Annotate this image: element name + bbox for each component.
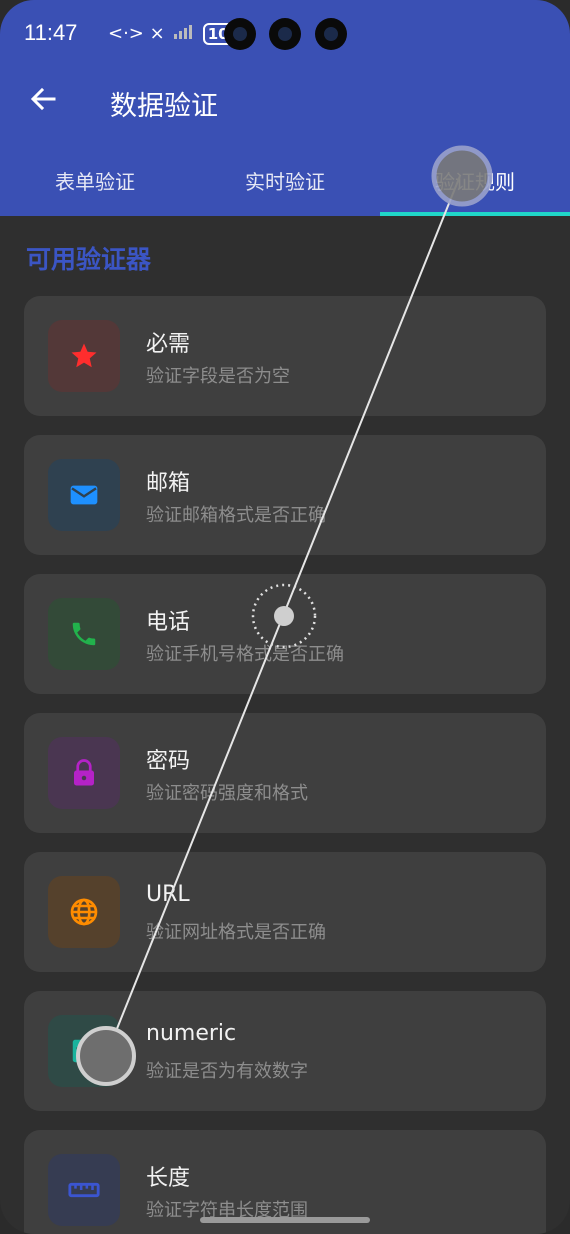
validator-title: 电话 [146,610,191,635]
number-icon [72,1039,96,1063]
section-title: 可用验证器 [26,245,152,274]
validator-desc: 验证邮箱格式是否正确 [146,505,326,526]
validator-desc: 验证网址格式是否正确 [146,922,326,943]
icon-box [48,1154,120,1226]
mail-icon [70,485,98,505]
icon-box [48,459,120,531]
validator-card-url[interactable]: URL 验证网址格式是否正确 [24,852,546,972]
network-icon: <·> × [108,23,165,44]
camera-icon [224,18,256,50]
globe-icon [70,898,98,926]
lock-icon [74,759,94,786]
icon-box [48,737,120,809]
status-time: 11:47 [24,20,78,45]
validator-card-email[interactable]: 邮箱 验证邮箱格式是否正确 [24,435,546,555]
validator-desc: 验证手机号格式是否正确 [146,644,344,665]
star-icon [71,343,97,368]
home-indicator[interactable] [200,1217,370,1223]
tab-form-validation[interactable]: 表单验证 [0,150,190,216]
validator-title: numeric [146,1021,237,1046]
tab-realtime-validation[interactable]: 实时验证 [190,150,380,216]
status-bar: 11:47 <·> × 100 [0,0,570,70]
camera-icon [315,18,347,50]
signal-icon [173,22,195,45]
page-title: 数据验证 [110,91,218,122]
validator-card-password[interactable]: 密码 验证密码强度和格式 [24,713,546,833]
back-arrow-icon[interactable] [28,84,58,114]
camera-icon [269,18,301,50]
validator-card-phone[interactable]: 电话 验证手机号格式是否正确 [24,574,546,694]
ruler-icon [68,1182,100,1198]
tab-indicator [380,212,570,216]
icon-box [48,876,120,948]
validator-title: URL [146,882,190,907]
icon-box [48,598,120,670]
validator-desc: 验证是否为有效数字 [146,1061,308,1082]
validator-card-numeric[interactable]: numeric 验证是否为有效数字 [24,991,546,1111]
tab-validation-rules[interactable]: 验证规则 [380,150,570,216]
phone-screen: 11:47 <·> × 100 数据验证 表单验证 实时验证 验证规则 [0,0,570,1234]
validator-title: 邮箱 [146,471,191,496]
validator-list: 必需 验证字段是否为空 邮箱 验证邮箱格式是否正确 电话 验证手机号格式是否正确… [24,296,546,1234]
validator-title: 密码 [146,749,191,774]
validator-desc: 验证密码强度和格式 [146,783,308,804]
tab-bar: 表单验证 实时验证 验证规则 [0,150,570,216]
icon-box [48,320,120,392]
app-bar: 11:47 <·> × 100 数据验证 表单验证 实时验证 验证规则 [0,0,570,216]
validator-desc: 验证字段是否为空 [146,366,290,387]
validator-card-required[interactable]: 必需 验证字段是否为空 [24,296,546,416]
icon-box [48,1015,120,1087]
toolbar: 数据验证 [0,72,570,132]
phone-icon [72,622,96,646]
validator-title: 必需 [146,332,191,357]
validator-title: 长度 [146,1166,191,1191]
